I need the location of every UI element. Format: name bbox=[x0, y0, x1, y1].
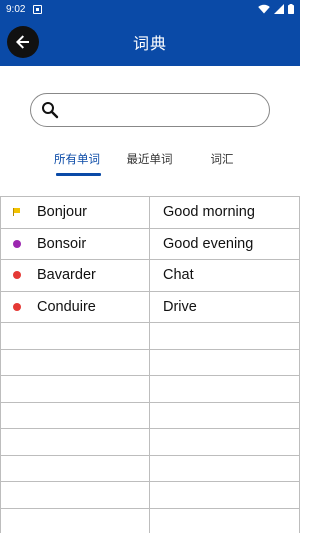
empty-row bbox=[1, 429, 299, 456]
empty-row bbox=[1, 323, 299, 350]
search-input[interactable] bbox=[65, 96, 269, 124]
status-icons bbox=[258, 4, 294, 14]
signal-icon bbox=[274, 4, 284, 14]
english-word: Good evening bbox=[163, 235, 254, 252]
french-word: Bonjour bbox=[37, 204, 87, 221]
status-dot-icon bbox=[13, 239, 21, 248]
table-row[interactable]: Bavarder Chat bbox=[1, 260, 299, 292]
french-word: Bavarder bbox=[37, 267, 96, 284]
table-row[interactable]: Bonsoir Good evening bbox=[1, 228, 299, 260]
french-cell: Bonsoir bbox=[1, 228, 150, 259]
page-title: 词典 bbox=[132, 34, 167, 53]
table-row[interactable]: Bonjour Good morning bbox=[1, 197, 299, 229]
french-cell: Bonjour bbox=[1, 197, 150, 228]
tab-recent-words[interactable]: 最近单词 bbox=[126, 145, 173, 173]
english-word: Good morning bbox=[163, 204, 255, 221]
active-tab-indicator bbox=[56, 173, 101, 176]
status-bar: 9:02 bbox=[0, 0, 300, 18]
empty-row bbox=[1, 402, 299, 429]
empty-row bbox=[1, 508, 299, 533]
wifi-icon bbox=[258, 4, 270, 14]
empty-row bbox=[1, 482, 299, 509]
tab-vocabulary[interactable]: 词汇 bbox=[200, 145, 244, 173]
flag-icon bbox=[13, 208, 21, 217]
tab-all-words[interactable]: 所有单词 bbox=[52, 145, 102, 173]
back-button[interactable] bbox=[7, 26, 39, 58]
french-cell: Bavarder bbox=[1, 260, 150, 291]
empty-row bbox=[1, 376, 299, 403]
search-bar[interactable] bbox=[30, 93, 270, 127]
english-word: Drive bbox=[163, 298, 197, 315]
empty-row bbox=[1, 455, 299, 482]
french-word: Bonsoir bbox=[37, 235, 87, 252]
status-dot-icon bbox=[13, 302, 21, 311]
status-time: 9:02 bbox=[6, 3, 26, 15]
empty-row bbox=[1, 349, 299, 376]
arrow-left-icon bbox=[16, 35, 29, 49]
search-icon bbox=[42, 102, 59, 119]
app-bar: 词典 bbox=[0, 18, 300, 66]
notification-icon bbox=[33, 4, 43, 14]
french-word: Conduire bbox=[37, 298, 96, 315]
battery-icon bbox=[288, 4, 294, 14]
english-word: Chat bbox=[163, 267, 194, 284]
table-row[interactable]: Conduire Drive bbox=[1, 291, 299, 323]
status-dot-icon bbox=[13, 271, 21, 280]
word-table: Bonjour Good morning Bonsoir Good evenin… bbox=[0, 196, 300, 533]
french-cell: Conduire bbox=[1, 291, 150, 322]
tab-bar: 所有单词 最近单词 词汇 bbox=[0, 145, 300, 177]
